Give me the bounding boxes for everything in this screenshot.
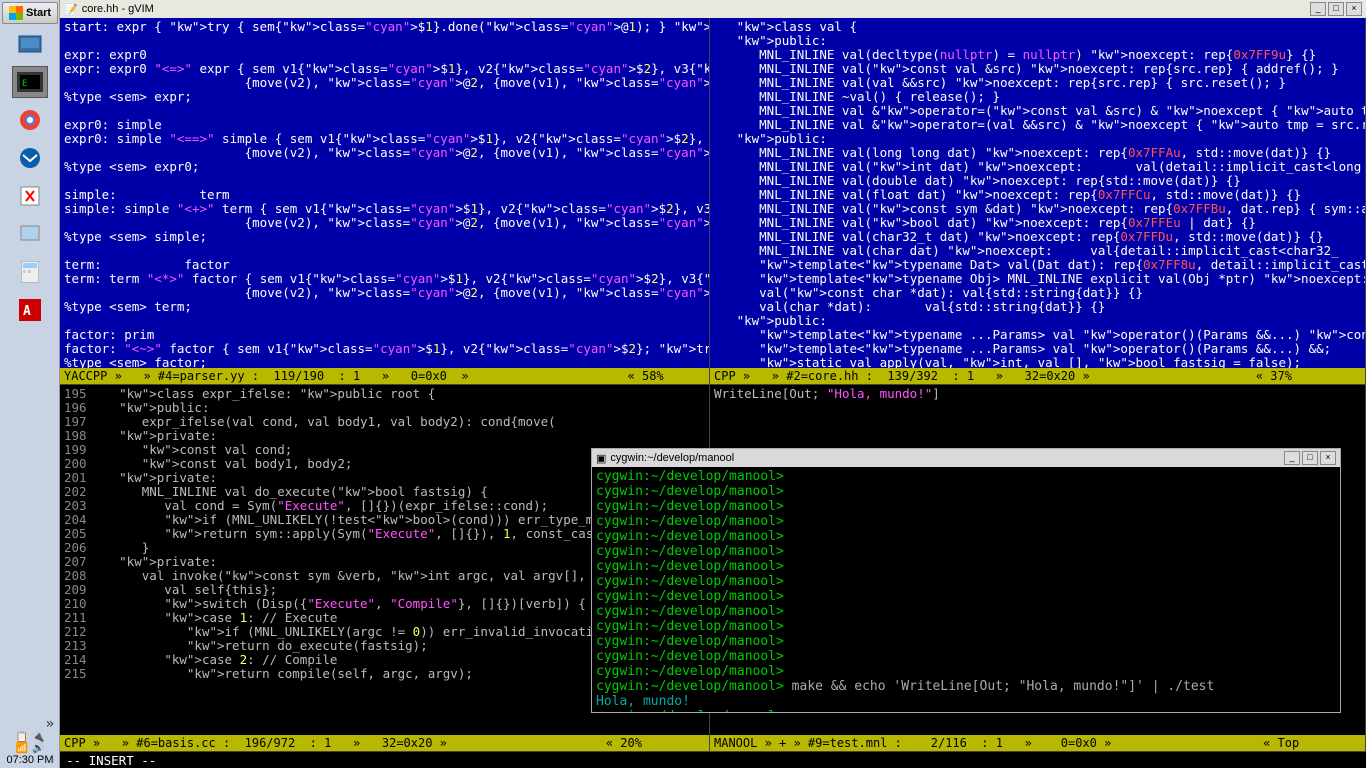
cyg-maximize-button[interactable]: □	[1302, 451, 1318, 465]
cygwin-title: cygwin:~/develop/manool	[610, 452, 1284, 464]
taskbar-app-1[interactable]	[12, 28, 48, 60]
status-parser: YACCPP » » #4=parser.yy : 119/190 : 1 » …	[60, 368, 709, 384]
maximize-button[interactable]: □	[1328, 2, 1344, 16]
svg-text:A: A	[23, 304, 31, 319]
taskbar-app-chrome[interactable]	[12, 104, 48, 136]
status-basis: CPP » » #6=basis.cc : 196/972 : 1 » 32=0…	[60, 735, 709, 751]
system-tray: » 📋 🔌 📶 🔊 07:30 PM	[0, 688, 60, 768]
app-icon: 📝	[64, 3, 78, 16]
cygwin-window[interactable]: ▣ cygwin:~/develop/manool _ □ × cygwin:~…	[591, 448, 1341, 713]
window-title: core.hh - gVIM	[82, 3, 1310, 15]
terminal-icon: ▣	[596, 452, 606, 465]
mode-line: -- INSERT --	[60, 752, 1366, 768]
pane-core-hh[interactable]: "kw">class val { "kw">public: MNL_INLINE…	[710, 18, 1366, 385]
tray-expand-icon[interactable]: »	[46, 716, 54, 732]
status-core: CPP » » #2=core.hh : 139/392 : 1 » 32=0x…	[710, 368, 1365, 384]
taskbar-app-5[interactable]	[12, 180, 48, 212]
taskbar-app-6[interactable]	[12, 218, 48, 250]
pane-parser-yy[interactable]: start: expr { "kw">try { sem{"kw">class=…	[60, 18, 710, 385]
taskbar-app-thunderbird[interactable]	[12, 142, 48, 174]
svg-text:E: E	[22, 79, 27, 89]
tray-icon-3[interactable]: 📶	[16, 743, 28, 754]
tray-icon-4[interactable]: 🔊	[32, 743, 44, 754]
tray-icon-1[interactable]: 📋	[16, 732, 28, 743]
clock[interactable]: 07:30 PM	[6, 754, 53, 766]
cygwin-titlebar[interactable]: ▣ cygwin:~/develop/manool _ □ ×	[592, 449, 1340, 467]
tray-icon-2[interactable]: 🔌	[32, 732, 44, 743]
taskbar: E A	[0, 0, 60, 768]
cyg-minimize-button[interactable]: _	[1284, 451, 1300, 465]
gvim-titlebar[interactable]: 📝 core.hh - gVIM _ □ ×	[60, 0, 1366, 18]
status-test: MANOOL » + » #9=test.mnl : 2/116 : 1 » 0…	[710, 735, 1365, 751]
taskbar-app-gvim[interactable]: E	[12, 66, 48, 98]
cyg-close-button[interactable]: ×	[1320, 451, 1336, 465]
windows-flag-icon	[9, 6, 23, 20]
taskbar-app-acrobat[interactable]: A	[12, 294, 48, 326]
terminal-body[interactable]: cygwin:~/develop/manool> cygwin:~/develo…	[592, 467, 1340, 712]
close-button[interactable]: ×	[1346, 2, 1362, 16]
taskbar-app-calc[interactable]	[12, 256, 48, 288]
start-button[interactable]: Start	[2, 2, 58, 24]
minimize-button[interactable]: _	[1310, 2, 1326, 16]
